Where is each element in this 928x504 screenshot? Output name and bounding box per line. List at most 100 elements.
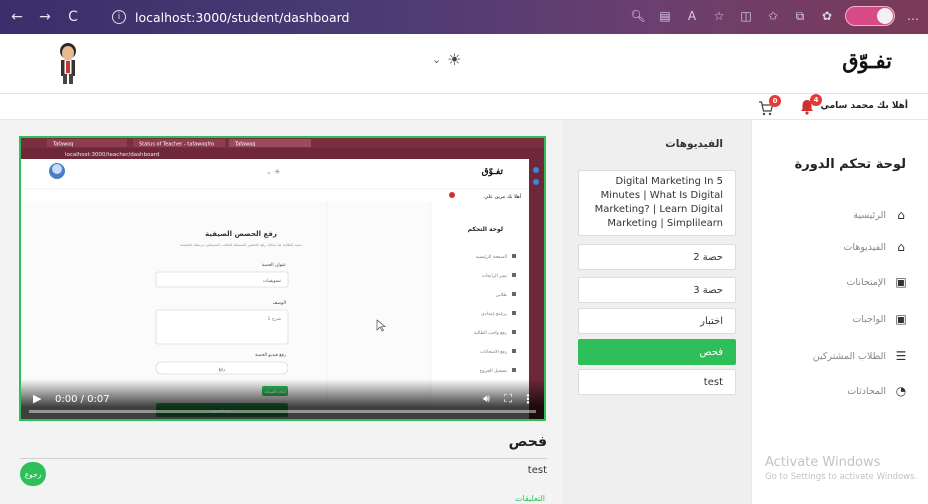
exam-icon: ▣ — [895, 275, 907, 289]
inner-field-label: عنوان الحصة — [262, 263, 287, 268]
inner-url: localhost:3000/teacher/dashboard — [65, 152, 159, 158]
sidebar-item-label: الرئيسية — [853, 209, 886, 221]
watermark-subtitle: Go to Settings to activate Windows. — [765, 472, 918, 482]
back-arrow-icon[interactable]: ← — [6, 6, 28, 28]
more-options-icon[interactable]: ⋮ — [522, 392, 534, 406]
video-description: test — [527, 465, 547, 476]
fullscreen-icon[interactable]: ⛶ — [504, 392, 512, 406]
video-list-item[interactable]: حصة 2 — [578, 244, 736, 270]
svg-text:⌄ ☀: ⌄ ☀ — [266, 168, 280, 176]
video-icon: ⌂ — [897, 240, 905, 254]
main-content: Tafawoq Status of Teacher - tafawoqfro T… — [0, 120, 563, 504]
home-icon: ⌂ — [897, 208, 905, 222]
more-menu-icon[interactable]: … — [904, 7, 922, 25]
cart-button[interactable]: 0 — [757, 95, 781, 117]
video-list-item-active[interactable]: فحص — [578, 339, 736, 365]
sidebar-item-label: الفيديوهات — [843, 241, 886, 253]
inner-upload-label: رفع — [219, 368, 226, 373]
sidebar-item-videos[interactable]: الفيديوهات ⌂ — [843, 240, 908, 254]
volume-icon[interactable]: 🔊︎ — [483, 392, 490, 406]
inner-field-value: شرح 1 — [268, 316, 282, 322]
chevron-down-icon: ⌄ — [432, 53, 442, 66]
address-bar[interactable]: i localhost:3000/student/dashboard — [112, 5, 602, 29]
profile-button[interactable] — [845, 6, 895, 26]
brand-logo[interactable]: تفـوّق — [842, 48, 892, 73]
inner-sidebar-title: لوحة التحكم — [468, 226, 503, 233]
students-icon: ☰ — [895, 349, 907, 363]
cart-badge: 0 — [769, 95, 781, 107]
video-player[interactable]: Tafawoq Status of Teacher - tafawoqfro T… — [19, 136, 546, 421]
reader-icon[interactable]: ▤ — [656, 7, 674, 25]
forward-arrow-icon[interactable]: → — [34, 6, 56, 28]
inner-side-item: الصفحة الرئيسية — [476, 255, 507, 260]
divider — [20, 458, 547, 459]
notifications-button[interactable]: 4 — [798, 94, 822, 116]
favorite-star-icon[interactable]: ☆ — [710, 7, 728, 25]
video-time: 0:00 / 0:07 — [55, 394, 110, 405]
inner-field-label: رفع فيديو الحصة — [255, 353, 286, 358]
site-info-icon[interactable]: i — [112, 10, 126, 24]
inner-field-label: الوصف — [273, 301, 286, 306]
inner-greeting: أهلا بك مرين علي — [484, 193, 521, 200]
inner-form-title: رفع الحصص الصيفية — [205, 230, 277, 238]
favorites-icon[interactable]: ✩ — [764, 7, 782, 25]
inner-tab-1: Tafawoq — [52, 142, 73, 148]
sidebar-item-students[interactable]: الطلاب المشتركين ☰ — [813, 349, 908, 363]
sidebar-item-label: الواجبات — [852, 313, 886, 325]
inner-tab-2: Status of Teacher - tafawoqfro — [139, 142, 214, 148]
theme-toggle[interactable]: ⌄ ☀ — [432, 50, 462, 69]
user-bar: أهلا بك محمد سامي 4 0 — [0, 94, 928, 120]
app-header: ⌄ ☀ تفـوّق — [0, 34, 928, 94]
url-text: localhost:3000/student/dashboard — [135, 9, 350, 25]
videos-panel-title: الفيديوهات — [665, 138, 723, 150]
back-button[interactable]: رجوع — [20, 462, 46, 486]
read-aloud-icon[interactable]: A — [683, 7, 701, 25]
inner-side-item: برنامج إمدادي — [481, 312, 507, 317]
inner-tab-3: Tafawoq — [234, 142, 255, 148]
notifications-badge: 4 — [810, 94, 822, 106]
video-frame-screenshot: Tafawoq Status of Teacher - tafawoqfro T… — [21, 138, 544, 419]
sidebar-item-label: الإمتحانات — [846, 276, 886, 288]
collections-icon[interactable]: ⧉ — [791, 7, 809, 25]
inner-brand: تفـوّق — [482, 167, 504, 177]
video-list-item[interactable]: test — [578, 369, 736, 395]
sidebar-item-homework[interactable]: الواجبات ▣ — [852, 312, 908, 326]
watermark-title: Activate Windows — [765, 455, 881, 470]
profile-avatar-icon — [877, 8, 893, 24]
video-list-item[interactable]: اختبار — [578, 308, 736, 334]
chat-icon: ◔ — [895, 384, 907, 398]
browser-actions: 🔍︎ ▤ A ☆ ◫ ✩ ⧉ ✿ … — [629, 6, 922, 26]
inner-field-value: تسويقيات — [263, 279, 282, 284]
sidebar-item-label: الطلاب المشتركين — [812, 350, 886, 362]
video-controls: ▶ 0:00 / 0:07 🔊︎ ⛶ ⋮ — [21, 379, 544, 419]
greeting-text: أهلا بك محمد سامي — [820, 101, 908, 111]
extensions-icon[interactable]: ✿ — [818, 7, 836, 25]
user-avatar-icon[interactable] — [50, 40, 86, 86]
videos-panel: الفيديوهات Digital Marketing In 5 Minute… — [563, 120, 751, 504]
reload-icon[interactable]: C — [62, 6, 84, 28]
sidebar-item-label: المحادثات — [847, 385, 886, 397]
inner-side-item: رفع الامتحانات — [480, 350, 507, 355]
sidebar-item-exams[interactable]: الإمتحانات ▣ — [846, 275, 908, 289]
comments-heading: التعليقات — [514, 494, 545, 503]
video-list-item[interactable]: حصة 3 — [578, 277, 736, 303]
browser-toolbar: ← → C i localhost:3000/student/dashboard… — [0, 0, 928, 34]
zoom-icon[interactable]: 🔍︎ — [629, 7, 647, 25]
video-progress-bar[interactable] — [29, 410, 536, 413]
sun-icon: ☀ — [447, 50, 462, 69]
inner-side-item: تسجيل الخروج — [480, 369, 508, 374]
inner-side-item: طلابي — [496, 293, 508, 298]
play-icon[interactable]: ▶ — [33, 392, 41, 405]
video-title: فحص — [508, 434, 547, 450]
windows-activation-watermark: Activate Windows Go to Settings to activ… — [765, 455, 917, 482]
inner-form-subtitle: سعيد للطالبة هنا يمكنك رفع الحصص المسجلة… — [180, 243, 302, 247]
sidebar-item-home[interactable]: الرئيسية ⌂ — [853, 208, 908, 222]
sidebar-title: لوحة تحكم الدورة — [794, 157, 906, 172]
course-sidebar: لوحة تحكم الدورة الرئيسية ⌂ الفيديوهات ⌂… — [751, 120, 928, 504]
inner-side-item: نشر الرابحات — [482, 274, 507, 279]
inner-side-item: رفع واجب الطالبة — [474, 331, 507, 336]
homework-icon: ▣ — [895, 312, 907, 326]
video-list-item[interactable]: Digital Marketing In 5 Minutes | What Is… — [578, 170, 736, 236]
split-screen-icon[interactable]: ◫ — [737, 7, 755, 25]
sidebar-item-chat[interactable]: المحادثات ◔ — [847, 384, 908, 398]
